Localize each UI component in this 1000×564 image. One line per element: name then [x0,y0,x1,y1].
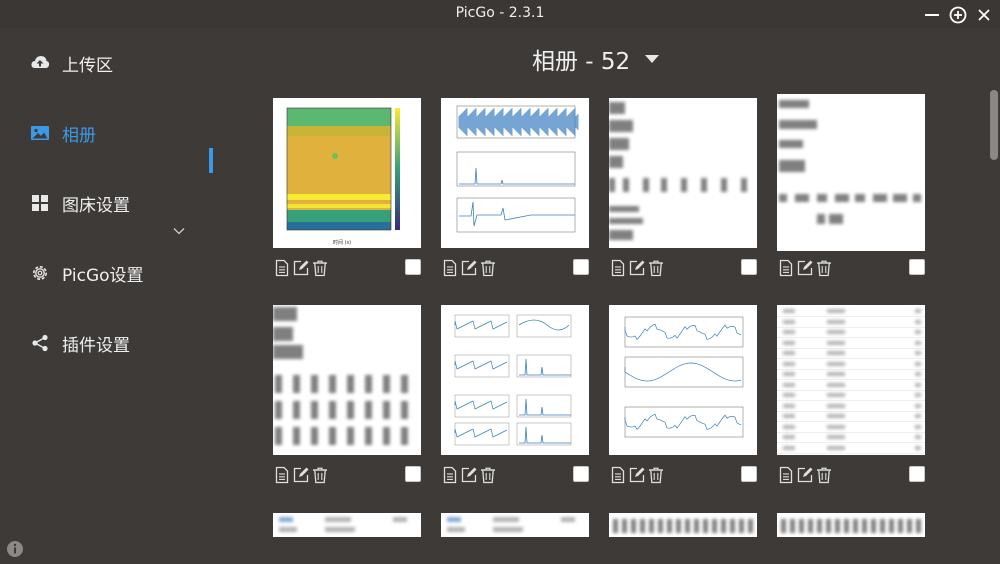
copy-link-icon[interactable] [441,466,459,484]
delete-icon[interactable] [815,466,833,484]
select-checkbox[interactable] [909,466,925,482]
copy-link-icon[interactable] [777,259,795,277]
image-thumbnail[interactable] [609,98,757,248]
image-actions [273,259,329,277]
image-icon [30,123,50,143]
image-actions [273,466,329,484]
image-actions [609,259,665,277]
image-actions [777,466,833,484]
delete-icon[interactable] [479,466,497,484]
grid-icon [30,193,50,213]
sidebar-item-album[interactable]: 相册 [30,118,220,148]
sidebar-item-plugin-settings[interactable]: 插件设置 [30,328,220,358]
image-thumbnail[interactable] [441,305,589,455]
chevron-down-icon[interactable] [172,224,186,238]
edit-icon[interactable] [796,466,814,484]
image-actions [777,259,833,277]
gear-icon [30,263,50,283]
image-card[interactable] [609,513,757,537]
delete-icon[interactable] [815,259,833,277]
select-checkbox[interactable] [909,259,925,275]
close-icon[interactable] [974,5,994,25]
cloud-upload-icon [30,53,50,73]
title-bar: PicGo - 2.3.1 [0,0,1000,28]
image-actions [441,259,497,277]
delete-icon[interactable] [647,259,665,277]
image-thumbnail[interactable] [441,513,589,537]
image-card[interactable] [441,513,589,537]
image-card[interactable] [273,513,421,537]
image-card[interactable] [273,305,421,455]
copy-link-icon[interactable] [609,259,627,277]
minimize-icon[interactable] [922,5,942,25]
delete-icon[interactable] [311,466,329,484]
select-checkbox[interactable] [741,466,757,482]
share-icon [30,333,50,353]
select-checkbox[interactable] [405,259,421,275]
image-card[interactable] [777,94,925,251]
image-thumbnail[interactable] [441,98,589,248]
sidebar-item-label: 图床设置 [62,195,130,216]
edit-icon[interactable] [460,259,478,277]
image-thumbnail[interactable] [609,513,757,537]
copy-link-icon[interactable] [777,466,795,484]
image-thumbnail[interactable] [273,305,421,455]
select-checkbox[interactable] [405,466,421,482]
sidebar: 上传区 相册 图床设置 PicGo设置 插件设置 [0,28,232,564]
image-card[interactable] [441,98,589,248]
edit-icon[interactable] [796,259,814,277]
image-card[interactable] [777,513,925,537]
maximize-icon[interactable] [948,5,968,25]
copy-link-icon[interactable] [273,259,291,277]
sidebar-item-upload[interactable]: 上传区 [30,48,220,78]
svg-text:时间 (s): 时间 (s) [333,239,351,246]
caret-down-icon[interactable] [644,54,660,64]
select-checkbox[interactable] [573,466,589,482]
edit-icon[interactable] [628,259,646,277]
active-indicator [209,148,213,173]
delete-icon[interactable] [311,259,329,277]
image-thumbnail[interactable] [777,513,925,537]
window-title: PicGo - 2.3.1 [455,5,545,21]
sidebar-item-label: PicGo设置 [62,265,144,286]
image-thumbnail[interactable]: 时间 (s) [273,98,421,248]
image-card[interactable] [777,305,925,455]
sidebar-item-picbed-settings[interactable]: 图床设置 [30,188,220,218]
scrollbar-thumb[interactable] [990,90,998,160]
image-thumbnail[interactable] [777,305,925,455]
copy-link-icon[interactable] [273,466,291,484]
sidebar-item-label: 插件设置 [62,335,130,356]
info-icon[interactable] [6,540,24,558]
edit-icon[interactable] [628,466,646,484]
image-card[interactable]: 时间 (s) [273,98,421,248]
album-header[interactable]: 相册 - 52 [532,42,660,76]
edit-icon[interactable] [292,259,310,277]
select-checkbox[interactable] [741,259,757,275]
image-actions [441,466,497,484]
copy-link-icon[interactable] [609,466,627,484]
copy-link-icon[interactable] [441,259,459,277]
select-checkbox[interactable] [573,259,589,275]
delete-icon[interactable] [479,259,497,277]
delete-icon[interactable] [647,466,665,484]
sidebar-item-label: 相册 [62,125,96,146]
edit-icon[interactable] [460,466,478,484]
image-card[interactable] [609,305,757,455]
edit-icon[interactable] [292,466,310,484]
image-card[interactable] [441,305,589,455]
album-title: 相册 - 52 [532,49,631,75]
sidebar-item-label: 上传区 [62,55,113,76]
image-card[interactable] [609,98,757,248]
image-thumbnail[interactable] [777,94,925,251]
sidebar-item-picgo-settings[interactable]: PicGo设置 [30,258,220,288]
image-actions [609,466,665,484]
image-thumbnail[interactable] [273,513,421,537]
image-thumbnail[interactable] [609,305,757,455]
